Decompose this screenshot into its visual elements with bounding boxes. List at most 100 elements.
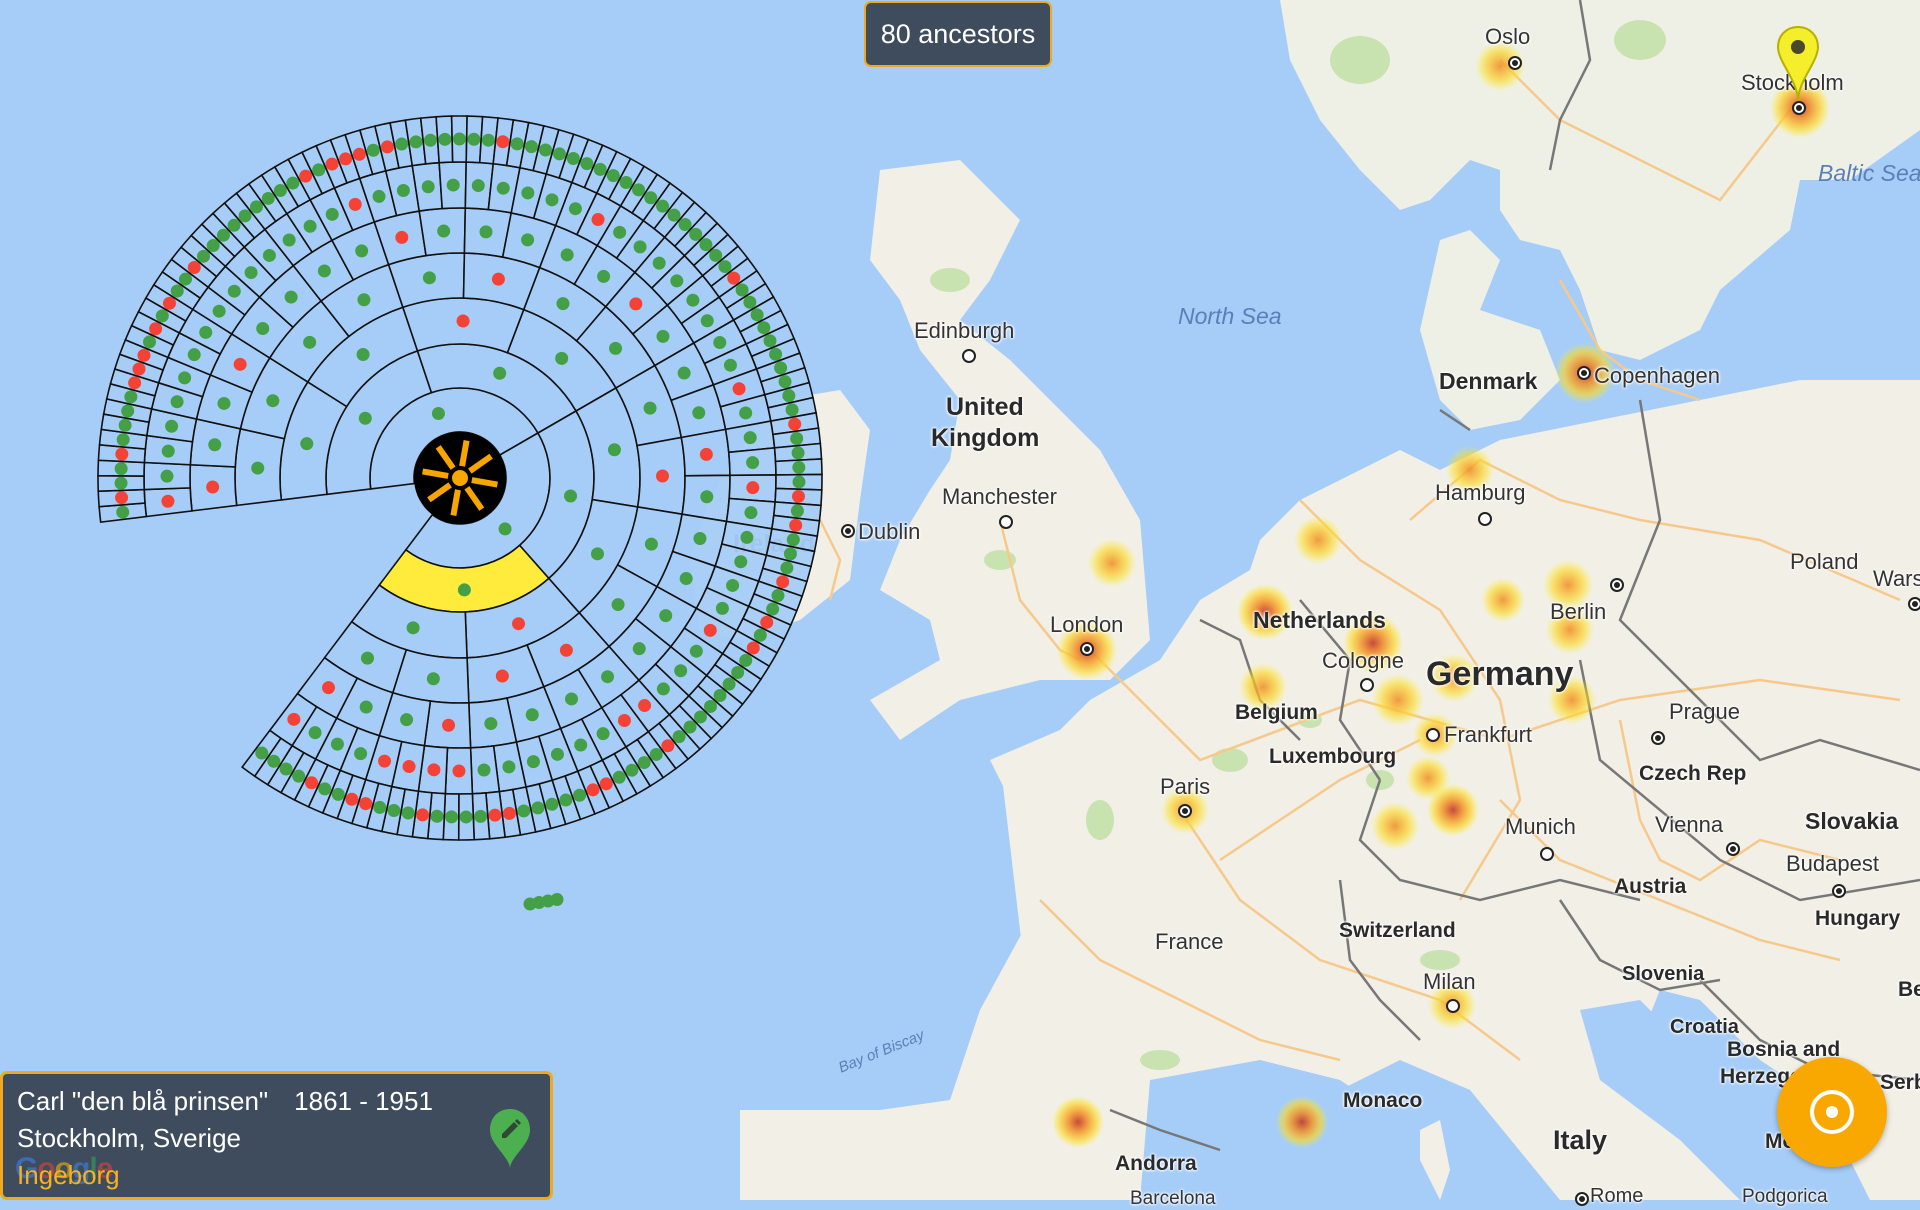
ancestor-status-dot-missing <box>495 669 509 683</box>
ancestor-status-dot-missing <box>322 681 336 695</box>
person-info-panel[interactable]: Google Carl "den blå prinsen" 1861 - 1951… <box>0 1071 553 1200</box>
ancestor-status-dot <box>735 283 749 297</box>
edit-location-pin-icon[interactable] <box>487 1107 533 1171</box>
ancestor-status-dot <box>409 135 423 149</box>
ancestor-status-dot-missing <box>402 760 416 774</box>
ancestor-status-dot-missing <box>299 169 313 183</box>
ancestor-status-dot <box>396 184 410 198</box>
ancestor-status-dot <box>212 304 226 318</box>
ancestor-status-dot <box>652 256 666 270</box>
ancestor-status-dot <box>251 461 265 475</box>
ancestor-status-dot <box>553 147 567 161</box>
ancestor-status-dot <box>262 248 276 262</box>
ancestor-status-dot-missing <box>661 739 675 753</box>
ancestor-status-dot-missing <box>395 230 409 244</box>
ancestor-status-dot <box>740 530 754 544</box>
ancestor-status-dot <box>590 547 604 561</box>
ancestor-status-dot <box>692 406 706 420</box>
ancestor-status-dot-missing <box>617 714 631 728</box>
ancestor-status-dot-missing <box>746 481 760 495</box>
ancestor-status-dot <box>406 621 420 635</box>
ancestor-status-dot <box>556 297 570 311</box>
ancestor-status-dot <box>539 143 553 157</box>
ancestor-status-dot <box>606 169 620 183</box>
ancestor-status-dot-missing <box>359 797 373 811</box>
ancestor-status-dot <box>780 561 794 575</box>
ancestor-status-dot <box>644 537 658 551</box>
ancestor-status-dot <box>792 475 806 489</box>
ancestor-status-dot <box>625 763 639 777</box>
ancestor-fan-chart[interactable] <box>0 0 1920 1200</box>
ancestor-status-dot <box>699 238 713 252</box>
ancestor-status-dot-missing <box>788 417 802 431</box>
ancestor-status-dot <box>656 682 670 696</box>
ancestor-status-dot <box>187 348 201 362</box>
ancestor-status-dot-missing <box>378 754 392 768</box>
ancestor-status-dot <box>565 692 579 706</box>
ancestor-status-dot <box>633 240 647 254</box>
ancestor-status-dot-missing <box>427 763 441 777</box>
ancestor-status-dot <box>753 628 767 642</box>
ancestor-status-dot <box>531 801 545 815</box>
ancestor-status-dot-missing <box>760 615 774 629</box>
ancestor-status-dot <box>644 191 658 205</box>
ancestor-status-dot <box>400 713 414 727</box>
ancestor-status-dot <box>757 321 771 335</box>
ancestor-status-dot-missing <box>727 271 741 285</box>
ancestor-status-dot <box>452 132 466 146</box>
person-place: Stockholm, Sverige <box>17 1123 241 1153</box>
ancestor-status-dot <box>785 403 799 417</box>
ancestor-status-dot-missing <box>137 348 151 362</box>
ancestor-status-dot <box>792 460 806 474</box>
ancestor-status-dot <box>227 218 241 232</box>
ancestor-status-dot <box>249 200 263 214</box>
ancestor-status-dot <box>422 271 436 285</box>
ancestor-status-dot <box>686 293 700 307</box>
selected-ancestor-name[interactable]: Ingeborg <box>17 1160 120 1191</box>
ancestor-status-dot <box>401 806 415 820</box>
ancestor-status-dot-missing <box>380 140 394 154</box>
ancestor-status-dot <box>580 157 594 171</box>
ancestor-status-dot <box>474 809 488 823</box>
ancestor-status-dot <box>116 433 130 447</box>
overflow-ancestor-dot <box>550 893 564 906</box>
ancestor-status-dot <box>308 726 322 740</box>
ancestor-status-dot <box>284 290 298 304</box>
person-name-line: Carl "den blå prinsen" 1861 - 1951 <box>17 1086 433 1117</box>
ancestor-status-dot <box>656 329 670 343</box>
ancestor-status-dot <box>118 418 132 432</box>
ancestor-status-dot <box>723 358 737 372</box>
ancestor-status-dot <box>726 578 740 592</box>
ancestor-status-dot <box>286 176 300 190</box>
ancestor-status-dot-missing <box>746 641 760 655</box>
ancestor-status-dot <box>731 665 745 679</box>
ancestor-status-dot <box>395 137 409 151</box>
ancestor-status-dot-missing <box>348 197 362 211</box>
ancestor-status-dot <box>317 264 331 278</box>
ancestor-status-dot <box>613 225 627 239</box>
ancestors-count-badge[interactable]: 80 ancestors <box>864 1 1052 67</box>
ancestor-status-dot <box>550 747 564 761</box>
ancestor-status-dot-missing <box>325 157 339 171</box>
ancestor-status-dot-missing <box>233 357 247 371</box>
ancestor-status-dot <box>566 151 580 165</box>
ancestor-status-dot-missing <box>586 783 600 797</box>
my-location-icon-dot <box>1826 1106 1838 1118</box>
ancestor-status-dot <box>206 239 220 253</box>
ancestor-status-dot-missing <box>699 447 713 461</box>
ancestor-status-dot <box>282 233 296 247</box>
ancestor-status-dot <box>197 249 211 263</box>
ancestor-status-dot-missing <box>132 362 146 376</box>
ancestor-status-dot <box>325 207 339 221</box>
ancestor-status-dot <box>739 406 753 420</box>
ancestor-status-dot <box>674 664 688 678</box>
ancestor-status-dot <box>783 547 797 561</box>
ancestor-status-dot-missing <box>442 718 456 732</box>
ancestor-status-dot <box>574 738 588 752</box>
ancestor-status-dot-missing <box>789 518 803 532</box>
ancestor-status-dot-missing <box>456 314 470 328</box>
ancestor-status-dot <box>769 347 783 361</box>
ancestor-status-dot <box>667 208 681 222</box>
my-location-button[interactable] <box>1777 1057 1887 1167</box>
ancestor-status-dot <box>502 760 516 774</box>
